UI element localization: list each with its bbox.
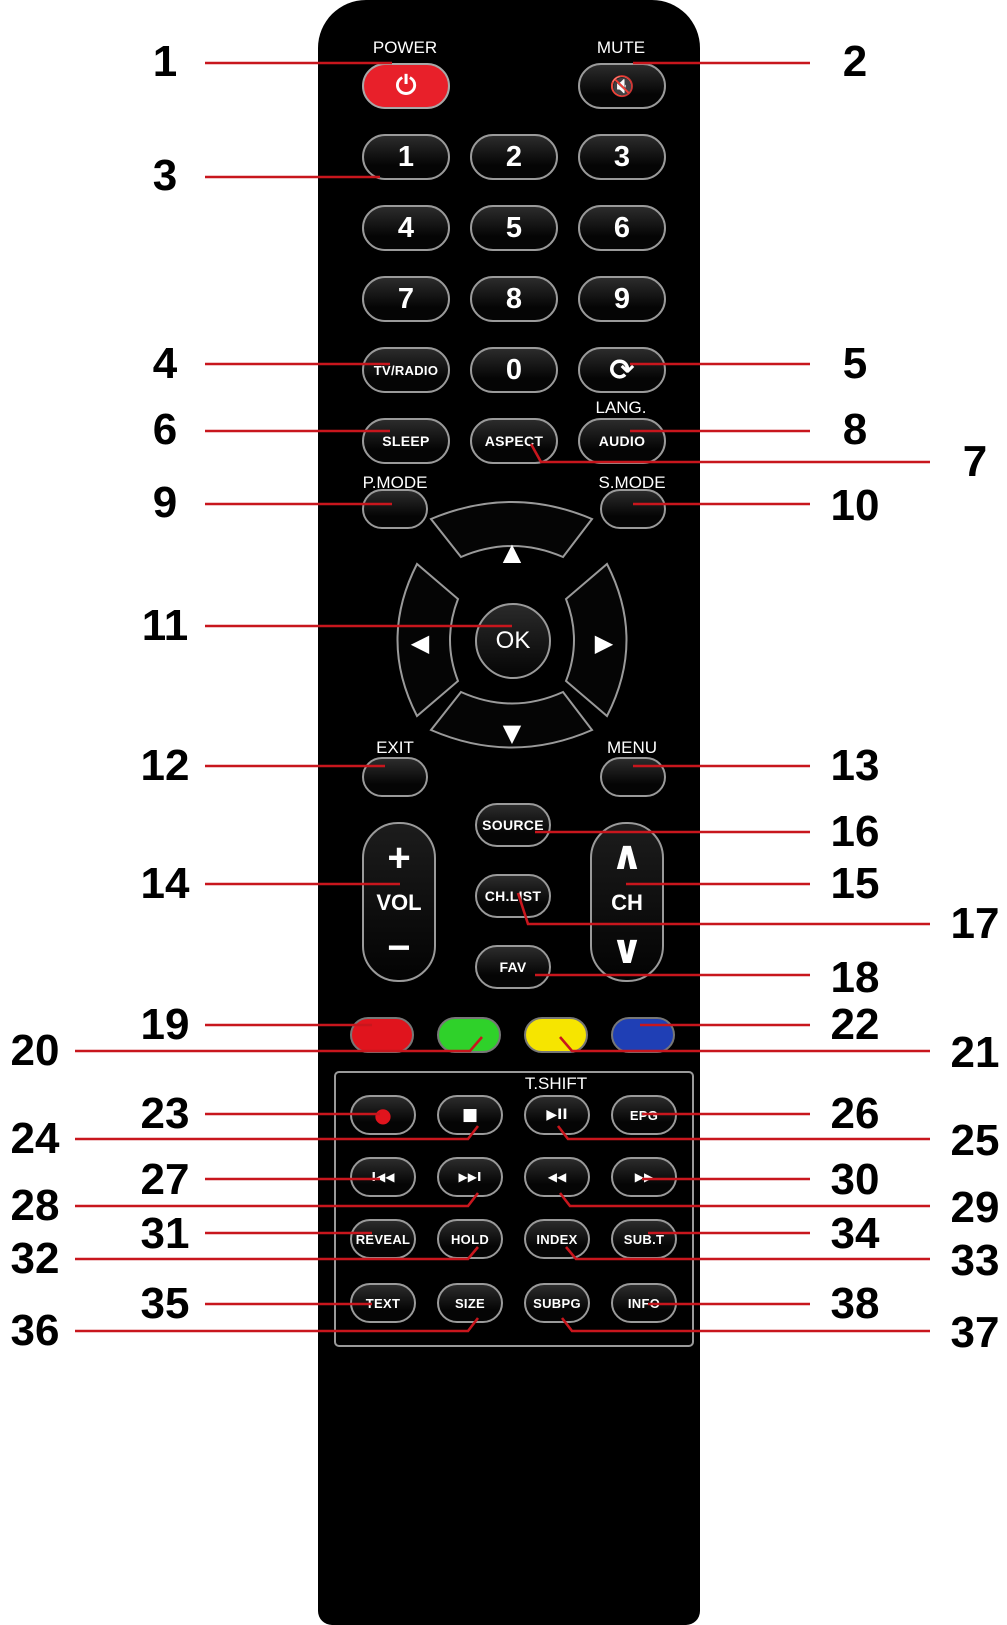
callout-29: 29: [950, 1183, 1000, 1232]
callout-6: 6: [152, 405, 178, 454]
callout-4: 4: [152, 339, 178, 388]
callout-33: 33: [950, 1236, 1000, 1285]
callout-31: 31: [140, 1209, 190, 1258]
callout-9: 9: [152, 478, 178, 527]
callout-2: 2: [842, 37, 868, 86]
callout-8: 8: [842, 405, 868, 454]
callout-27: 27: [140, 1155, 190, 1204]
callout-11: 11: [141, 601, 189, 650]
callout-3: 3: [152, 151, 178, 200]
callout-28: 28: [10, 1181, 60, 1230]
callout-20: 20: [10, 1026, 60, 1075]
callout-15: 15: [830, 859, 880, 908]
callout-7: 7: [962, 437, 988, 486]
callout-22: 22: [830, 1000, 880, 1049]
callout-38: 38: [830, 1279, 880, 1328]
callout-1: 1: [152, 37, 178, 86]
callout-12: 12: [140, 741, 190, 790]
callout-5: 5: [842, 339, 868, 388]
callout-24: 24: [10, 1114, 60, 1163]
callout-34: 34: [830, 1209, 880, 1258]
callout-17: 17: [950, 899, 1000, 948]
callout-18: 18: [830, 953, 880, 1002]
callout-37: 37: [950, 1308, 1000, 1357]
callout-21: 21: [950, 1028, 1000, 1077]
callout-10: 10: [830, 481, 880, 530]
callout-19: 19: [140, 1000, 190, 1049]
callout-16: 16: [830, 807, 880, 856]
callout-32: 32: [10, 1234, 60, 1283]
remote-diagram: ▲ ▼ ◀ ▶ POWER MUTE LANG. P.MODE S.MODE E…: [0, 0, 1007, 1625]
callout-36: 36: [10, 1306, 60, 1355]
callout-14: 14: [140, 859, 190, 908]
callout-30: 30: [830, 1155, 880, 1204]
callout-23: 23: [140, 1089, 190, 1138]
callout-13: 13: [830, 741, 880, 790]
callout-25: 25: [950, 1116, 1000, 1165]
callout-35: 35: [140, 1279, 190, 1328]
callout-26: 26: [830, 1089, 880, 1138]
